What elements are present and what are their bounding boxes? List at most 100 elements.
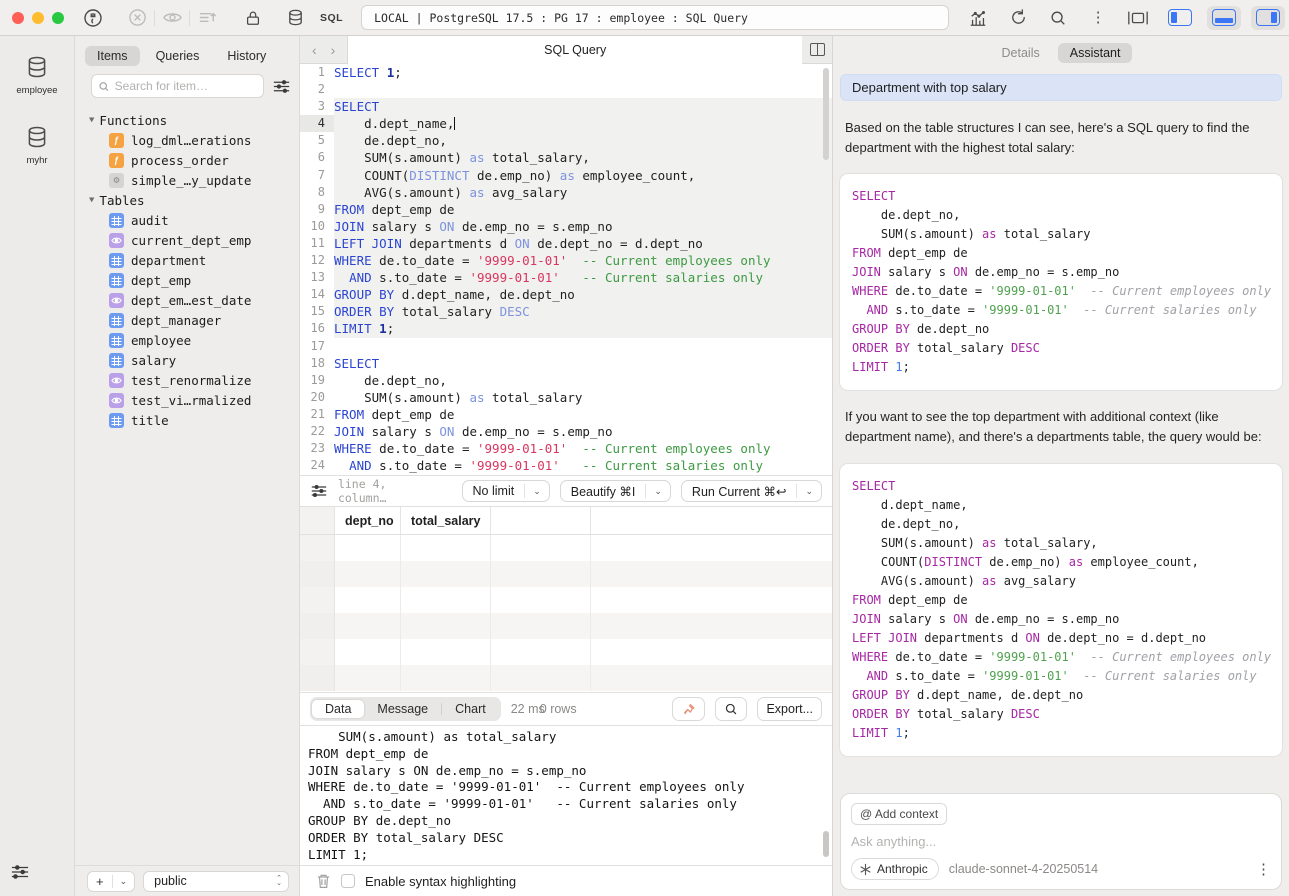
connection-myhr[interactable]: myhr (24, 124, 50, 166)
sql-log-icon[interactable] (192, 6, 222, 30)
editor-line[interactable]: 16LIMIT 1; (300, 320, 832, 337)
tree-item-function[interactable]: ƒprocess_order (89, 150, 299, 170)
more-options-icon[interactable]: ⋮ (1083, 6, 1113, 30)
zoom-window-button[interactable] (52, 12, 64, 24)
editor-line[interactable]: 10JOIN salary s ON de.emp_no = s.emp_no (300, 218, 832, 235)
ask-input[interactable] (851, 834, 1271, 849)
trash-icon[interactable] (316, 873, 331, 889)
editor-line[interactable]: 19 de.dept_no, (300, 372, 832, 389)
export-button[interactable]: Export... (757, 697, 822, 721)
tree-item-function[interactable]: ƒlog_dml…erations (89, 130, 299, 150)
table-row[interactable] (300, 639, 832, 665)
tree-item-table[interactable]: dept_manager (89, 310, 299, 330)
editor-line[interactable]: 1SELECT 1; (300, 64, 832, 81)
tab-data[interactable]: Data (312, 700, 364, 718)
tree-item-table[interactable]: title (89, 410, 299, 430)
tree-item-table[interactable]: dept_emp (89, 270, 299, 290)
beautify-button[interactable]: Beautify ⌘I⌄ (560, 480, 671, 502)
run-current-button[interactable]: Run Current ⌘↩⌄ (681, 480, 822, 502)
preview-icon[interactable] (157, 6, 187, 30)
tab-queries[interactable]: Queries (144, 46, 212, 66)
tree-item-table[interactable]: audit (89, 210, 299, 230)
limit-dropdown[interactable]: No limit⌄ (462, 480, 550, 502)
editor-settings-icon[interactable] (310, 483, 328, 499)
tab-chart[interactable]: Chart (442, 700, 499, 718)
toggle-left-panel-button[interactable] (1163, 6, 1197, 30)
message-panel[interactable]: SUM(s.amount) as total_salaryFROM dept_e… (300, 725, 832, 865)
editor-line[interactable]: 6 SUM(s.amount) as total_salary, (300, 149, 832, 166)
back-button[interactable]: ‹ (312, 42, 317, 58)
connection-icon[interactable] (78, 6, 108, 30)
sql-code-block-1[interactable]: SELECT de.dept_no, SUM(s.amount) as tota… (840, 174, 1282, 390)
toggle-right-panel-button[interactable] (1251, 6, 1285, 30)
editor-line[interactable]: 8 AVG(s.amount) as avg_salary (300, 184, 832, 201)
connection-title[interactable]: LOCAL | PostgreSQL 17.5 : PG 17 : employ… (361, 5, 949, 30)
editor-line[interactable]: 9FROM dept_emp de (300, 201, 832, 218)
editor-line[interactable]: 22JOIN salary s ON de.emp_no = s.emp_no (300, 423, 832, 440)
editor-line[interactable]: 15ORDER BY total_salary DESC (300, 303, 832, 320)
editor-line[interactable]: 24 AND s.to_date = '9999-01-01' -- Curre… (300, 457, 832, 474)
table-row[interactable] (300, 561, 832, 587)
editor-line[interactable]: 21FROM dept_emp de (300, 406, 832, 423)
pin-result-button[interactable] (672, 697, 705, 721)
tree-item-view[interactable]: test_renormalize (89, 370, 299, 390)
column-header-dept-no[interactable]: dept_no (335, 507, 401, 534)
search-icon[interactable] (1043, 6, 1073, 30)
editor-line[interactable]: 11LEFT JOIN departments d ON de.dept_no … (300, 235, 832, 252)
results-grid[interactable]: dept_no total_salary (300, 506, 832, 692)
tree-item-table[interactable]: employee (89, 330, 299, 350)
toggle-bottom-panel-button[interactable] (1207, 6, 1241, 30)
sql-code-block-2[interactable]: SELECT d.dept_name, de.dept_no, SUM(s.am… (840, 464, 1282, 756)
lock-icon[interactable] (238, 6, 268, 30)
table-row[interactable] (300, 587, 832, 613)
editor-line[interactable]: 12WHERE de.to_date = '9999-01-01' -- Cur… (300, 252, 832, 269)
table-row[interactable] (300, 535, 832, 561)
sql-editor[interactable]: 1SELECT 1;23SELECT4 d.dept_name,5 de.dep… (300, 64, 832, 475)
editor-line[interactable]: 20 SUM(s.amount) as total_salary (300, 389, 832, 406)
editor-line[interactable]: 13 AND s.to_date = '9999-01-01' -- Curre… (300, 269, 832, 286)
search-results-button[interactable] (715, 697, 747, 721)
sidebar-search[interactable] (91, 74, 264, 98)
tree-section-tables[interactable]: ▼Tables (89, 190, 299, 210)
editor-line[interactable]: 4 d.dept_name, (300, 115, 832, 132)
disconnect-icon[interactable] (122, 6, 152, 30)
connection-employee[interactable]: employee (16, 54, 57, 96)
tree-item-view[interactable]: current_dept_emp (89, 230, 299, 250)
tab-sql-query[interactable]: SQL Query (347, 36, 802, 64)
editor-line[interactable]: 18SELECT (300, 355, 832, 372)
tab-history[interactable]: History (215, 46, 278, 66)
search-input[interactable] (115, 79, 257, 93)
column-header-total-salary[interactable]: total_salary (401, 507, 491, 534)
database-icon[interactable] (280, 6, 310, 30)
tab-items[interactable]: Items (85, 46, 140, 66)
window-layout-icon[interactable] (1123, 6, 1153, 30)
syntax-highlighting-checkbox[interactable] (341, 874, 355, 888)
tree-item-procedure[interactable]: ⚙simple_…y_update (89, 170, 299, 190)
editor-line[interactable]: 14GROUP BY d.dept_name, de.dept_no (300, 286, 832, 303)
editor-line[interactable]: 2 (300, 81, 832, 98)
editor-line[interactable]: 5 de.dept_no, (300, 132, 832, 149)
tree-item-view[interactable]: test_vi…rmalized (89, 390, 299, 410)
tab-details[interactable]: Details (990, 43, 1052, 63)
split-editor-icon[interactable] (802, 43, 832, 56)
assistant-more-icon[interactable]: ⋮ (1256, 862, 1271, 877)
chart-icon[interactable] (963, 6, 993, 30)
table-row[interactable] (300, 665, 832, 691)
tab-assistant[interactable]: Assistant (1058, 43, 1133, 63)
forward-button[interactable]: › (331, 42, 336, 58)
rail-settings-icon[interactable] (0, 863, 30, 886)
filter-icon[interactable] (272, 78, 291, 95)
tree-section-functions[interactable]: ▼Functions (89, 110, 299, 130)
provider-select[interactable]: Anthropic (851, 858, 939, 880)
editor-line[interactable]: 23WHERE de.to_date = '9999-01-01' -- Cur… (300, 440, 832, 457)
editor-line[interactable]: 3SELECT (300, 98, 832, 115)
reload-icon[interactable] (1003, 6, 1033, 30)
tree-item-table[interactable]: department (89, 250, 299, 270)
add-context-button[interactable]: @ Add context (851, 803, 947, 825)
conversation-title-banner[interactable]: Department with top salary (840, 74, 1282, 101)
message-scrollbar[interactable] (823, 831, 829, 857)
editor-scrollbar[interactable] (823, 68, 829, 160)
tree-item-table[interactable]: salary (89, 350, 299, 370)
schema-select[interactable]: public ⌃⌄ (143, 871, 289, 892)
editor-line[interactable]: 17 (300, 338, 832, 355)
